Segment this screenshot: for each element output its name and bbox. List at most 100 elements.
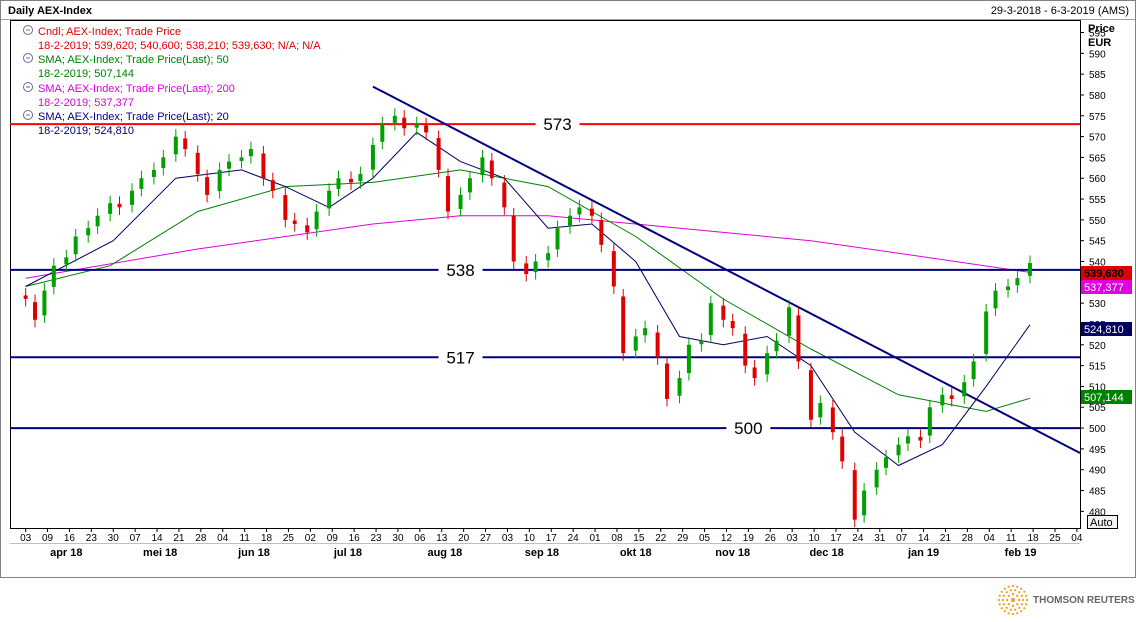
auto-scale-button[interactable]: Auto: [1087, 515, 1118, 530]
logo-dot: [1020, 587, 1023, 590]
x-tick-label: 09: [327, 533, 339, 544]
chart-canvas: Daily AEX-Index 29-3-2018 - 6-3-2019 (AM…: [0, 0, 1136, 616]
x-tick-label: 16: [64, 533, 76, 544]
legend-sma50-detail: 18-2-2019; 507,144: [38, 68, 134, 80]
logo-dot: [1018, 606, 1021, 609]
candle: [358, 174, 363, 182]
candle: [151, 169, 156, 177]
logo-dot: [1011, 592, 1015, 596]
candle: [51, 265, 56, 287]
candle: [139, 178, 144, 189]
candle: [261, 153, 266, 179]
candle: [161, 157, 166, 169]
candle: [248, 149, 253, 157]
y-tick-label: 590: [1089, 49, 1106, 60]
candle: [949, 395, 954, 399]
candle: [621, 296, 626, 354]
thomson-reuters-logo: THOMSON REUTERS: [997, 584, 1135, 616]
candle: [305, 225, 310, 233]
candle: [971, 361, 976, 380]
logo-dot: [1005, 598, 1009, 602]
candle: [95, 215, 100, 227]
legend-sma50-name: SMA; AEX-Index; Trade Price(Last); 50: [38, 54, 229, 66]
x-tick-label: 03: [502, 533, 514, 544]
candle: [480, 157, 485, 176]
logo-dot: [1016, 603, 1019, 606]
x-tick-label: 17: [830, 533, 842, 544]
candle: [1015, 278, 1020, 286]
month-label: apr 18: [50, 547, 82, 559]
x-tick-label: 03: [20, 533, 32, 544]
candle: [611, 251, 616, 287]
logo-dot: [1011, 598, 1015, 602]
candle: [686, 344, 691, 374]
x-tick-label: 11: [239, 533, 250, 544]
candle: [183, 138, 188, 150]
x-tick-label: 29: [677, 533, 689, 544]
x-tick-label: 06: [414, 533, 426, 544]
chart-title: Daily AEX-Index: [8, 5, 93, 17]
candle: [633, 336, 638, 351]
candle: [524, 263, 529, 274]
y-tick-label: 505: [1089, 403, 1106, 414]
x-tick-label: 16: [349, 533, 361, 544]
x-tick-label: 02: [305, 533, 317, 544]
x-tick-label: 19: [743, 533, 755, 544]
logo-dot: [1023, 607, 1026, 610]
x-tick-label: 01: [589, 533, 601, 544]
logo-dot: [1020, 594, 1024, 597]
legend-sma20-name: SMA; AEX-Index; Trade Price(Last); 20: [38, 111, 229, 123]
month-label: jun 18: [237, 547, 270, 559]
candle: [568, 215, 573, 227]
logo-dot: [1023, 590, 1026, 593]
x-tick-label: 03: [787, 533, 799, 544]
x-tick-label: 14: [918, 533, 930, 544]
candle: [884, 457, 889, 468]
logo-dot: [1020, 610, 1023, 613]
y-tick-label: 595: [1089, 28, 1106, 39]
candle: [327, 190, 332, 209]
svg-text:537,377: 537,377: [1084, 282, 1124, 294]
candle: [874, 469, 879, 488]
candle: [33, 302, 38, 320]
x-tick-label: 30: [392, 533, 404, 544]
logo-dot: [1009, 589, 1012, 592]
x-tick-label: 10: [524, 533, 536, 544]
x-tick-label: 04: [217, 533, 229, 544]
candle: [458, 194, 463, 210]
svg-text:507,144: 507,144: [1084, 392, 1124, 404]
candle: [195, 152, 200, 175]
close-badge: 539,630: [1081, 266, 1132, 280]
candle: [392, 115, 397, 123]
logo-dot: [1025, 603, 1028, 606]
logo-dot: [1007, 612, 1010, 615]
x-tick-label: 09: [42, 533, 54, 544]
y-tick-label: 545: [1089, 237, 1106, 248]
candle: [173, 136, 178, 155]
candle: [765, 353, 770, 375]
logo-dot: [1025, 594, 1028, 597]
candle: [489, 160, 494, 179]
x-tick-label: 14: [151, 533, 163, 544]
candle: [752, 367, 757, 379]
candle: [852, 470, 857, 520]
logo-dot: [1002, 594, 1006, 597]
x-tick-label: 04: [1071, 533, 1083, 544]
logo-dot: [1021, 598, 1025, 602]
candle: [730, 321, 735, 329]
x-tick-label: 25: [1049, 533, 1061, 544]
y-tick-label: 570: [1089, 133, 1106, 144]
month-label: dec 18: [809, 547, 843, 559]
candle: [502, 182, 507, 208]
logo-dot: [1005, 606, 1008, 609]
candle: [721, 305, 726, 320]
logo-dot: [1000, 590, 1003, 593]
x-tick-label: 07: [896, 533, 908, 544]
logo-dot: [1011, 604, 1015, 608]
brand-logo-icon: [997, 584, 1029, 616]
logo-dot: [1016, 585, 1019, 588]
level-label-573: 573: [543, 115, 571, 134]
legend-candle-name: Cndl; AEX-Index; Trade Price: [38, 26, 181, 38]
x-tick-label: 30: [108, 533, 120, 544]
sma20-badge: 524,810: [1081, 322, 1132, 336]
